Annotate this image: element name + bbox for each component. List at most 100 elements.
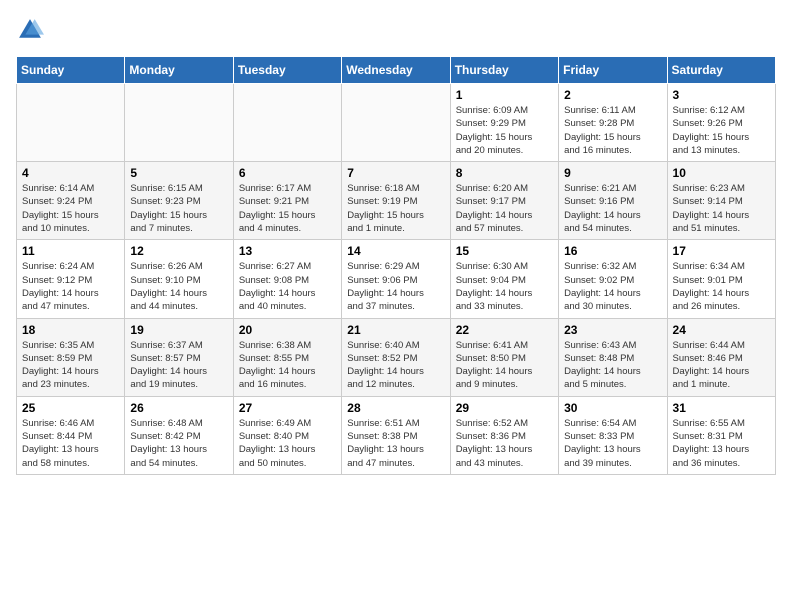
day-number: 2 — [564, 88, 661, 102]
calendar-week-4: 18 Sunrise: 6:35 AM Sunset: 8:59 PM Dayli… — [17, 318, 776, 396]
day-number: 17 — [673, 244, 770, 258]
day-number: 14 — [347, 244, 444, 258]
calendar-cell: 22 Sunrise: 6:41 AM Sunset: 8:50 PM Dayli… — [450, 318, 558, 396]
day-info: Sunrise: 6:27 AM Sunset: 9:08 PM Dayligh… — [239, 260, 336, 313]
day-header-tuesday: Tuesday — [233, 57, 341, 84]
logo — [16, 16, 48, 44]
calendar-cell — [17, 84, 125, 162]
day-info: Sunrise: 6:14 AM Sunset: 9:24 PM Dayligh… — [22, 182, 119, 235]
day-info: Sunrise: 6:32 AM Sunset: 9:02 PM Dayligh… — [564, 260, 661, 313]
calendar-cell: 13Sunrise: 6:27 AM Sunset: 9:08 PM Dayli… — [233, 240, 341, 318]
day-number: 25 — [22, 401, 119, 415]
day-number: 8 — [456, 166, 553, 180]
day-info: Sunrise: 6:43 AM Sunset: 8:48 PM Dayligh… — [564, 339, 661, 392]
day-number: 31 — [673, 401, 770, 415]
calendar-cell: 6 Sunrise: 6:17 AM Sunset: 9:21 PM Daylig… — [233, 162, 341, 240]
logo-icon — [16, 16, 44, 44]
day-number: 24 — [673, 323, 770, 337]
calendar-week-3: 11 Sunrise: 6:24 AM Sunset: 9:12 PM Dayli… — [17, 240, 776, 318]
calendar-week-2: 4Sunrise: 6:14 AM Sunset: 9:24 PM Daylig… — [17, 162, 776, 240]
day-header-thursday: Thursday — [450, 57, 558, 84]
day-info: Sunrise: 6:37 AM Sunset: 8:57 PM Dayligh… — [130, 339, 227, 392]
day-info: Sunrise: 6:38 AM Sunset: 8:55 PM Dayligh… — [239, 339, 336, 392]
day-header-wednesday: Wednesday — [342, 57, 450, 84]
calendar-cell: 3Sunrise: 6:12 AM Sunset: 9:26 PM Daylig… — [667, 84, 775, 162]
day-info: Sunrise: 6:54 AM Sunset: 8:33 PM Dayligh… — [564, 417, 661, 470]
day-number: 3 — [673, 88, 770, 102]
day-info: Sunrise: 6:23 AM Sunset: 9:14 PM Dayligh… — [673, 182, 770, 235]
calendar-cell: 16 Sunrise: 6:32 AM Sunset: 9:02 PM Dayli… — [559, 240, 667, 318]
day-number: 10 — [673, 166, 770, 180]
day-number: 19 — [130, 323, 227, 337]
calendar-cell: 24 Sunrise: 6:44 AM Sunset: 8:46 PM Dayli… — [667, 318, 775, 396]
day-info: Sunrise: 6:44 AM Sunset: 8:46 PM Dayligh… — [673, 339, 770, 392]
day-number: 15 — [456, 244, 553, 258]
calendar-cell: 4Sunrise: 6:14 AM Sunset: 9:24 PM Daylig… — [17, 162, 125, 240]
calendar-week-5: 25Sunrise: 6:46 AM Sunset: 8:44 PM Dayli… — [17, 396, 776, 474]
calendar-cell: 30Sunrise: 6:54 AM Sunset: 8:33 PM Dayli… — [559, 396, 667, 474]
day-number: 9 — [564, 166, 661, 180]
day-header-sunday: Sunday — [17, 57, 125, 84]
day-info: Sunrise: 6:35 AM Sunset: 8:59 PM Dayligh… — [22, 339, 119, 392]
calendar-table: SundayMondayTuesdayWednesdayThursdayFrid… — [16, 56, 776, 475]
day-info: Sunrise: 6:15 AM Sunset: 9:23 PM Dayligh… — [130, 182, 227, 235]
day-header-friday: Friday — [559, 57, 667, 84]
calendar-header-row: SundayMondayTuesdayWednesdayThursdayFrid… — [17, 57, 776, 84]
calendar-cell: 1Sunrise: 6:09 AM Sunset: 9:29 PM Daylig… — [450, 84, 558, 162]
day-number: 12 — [130, 244, 227, 258]
day-info: Sunrise: 6:41 AM Sunset: 8:50 PM Dayligh… — [456, 339, 553, 392]
day-info: Sunrise: 6:49 AM Sunset: 8:40 PM Dayligh… — [239, 417, 336, 470]
calendar-cell: 14 Sunrise: 6:29 AM Sunset: 9:06 PM Dayli… — [342, 240, 450, 318]
calendar-cell: 27 Sunrise: 6:49 AM Sunset: 8:40 PM Dayli… — [233, 396, 341, 474]
day-number: 11 — [22, 244, 119, 258]
day-info: Sunrise: 6:17 AM Sunset: 9:21 PM Dayligh… — [239, 182, 336, 235]
day-number: 23 — [564, 323, 661, 337]
day-info: Sunrise: 6:55 AM Sunset: 8:31 PM Dayligh… — [673, 417, 770, 470]
day-header-monday: Monday — [125, 57, 233, 84]
calendar-cell: 23 Sunrise: 6:43 AM Sunset: 8:48 PM Dayli… — [559, 318, 667, 396]
day-info: Sunrise: 6:26 AM Sunset: 9:10 PM Dayligh… — [130, 260, 227, 313]
calendar-cell: 9 Sunrise: 6:21 AM Sunset: 9:16 PM Daylig… — [559, 162, 667, 240]
day-number: 27 — [239, 401, 336, 415]
day-info: Sunrise: 6:21 AM Sunset: 9:16 PM Dayligh… — [564, 182, 661, 235]
calendar-cell: 12 Sunrise: 6:26 AM Sunset: 9:10 PM Dayli… — [125, 240, 233, 318]
day-info: Sunrise: 6:18 AM Sunset: 9:19 PM Dayligh… — [347, 182, 444, 235]
calendar-cell: 10 Sunrise: 6:23 AM Sunset: 9:14 PM Dayli… — [667, 162, 775, 240]
day-info: Sunrise: 6:30 AM Sunset: 9:04 PM Dayligh… — [456, 260, 553, 313]
day-info: Sunrise: 6:48 AM Sunset: 8:42 PM Dayligh… — [130, 417, 227, 470]
day-number: 28 — [347, 401, 444, 415]
day-number: 18 — [22, 323, 119, 337]
day-number: 26 — [130, 401, 227, 415]
day-info: Sunrise: 6:11 AM Sunset: 9:28 PM Dayligh… — [564, 104, 661, 157]
day-number: 1 — [456, 88, 553, 102]
day-info: Sunrise: 6:34 AM Sunset: 9:01 PM Dayligh… — [673, 260, 770, 313]
calendar-cell: 15 Sunrise: 6:30 AM Sunset: 9:04 PM Dayli… — [450, 240, 558, 318]
calendar-cell: 8 Sunrise: 6:20 AM Sunset: 9:17 PM Daylig… — [450, 162, 558, 240]
calendar-cell: 11 Sunrise: 6:24 AM Sunset: 9:12 PM Dayli… — [17, 240, 125, 318]
calendar-cell: 2 Sunrise: 6:11 AM Sunset: 9:28 PM Daylig… — [559, 84, 667, 162]
day-info: Sunrise: 6:51 AM Sunset: 8:38 PM Dayligh… — [347, 417, 444, 470]
day-number: 16 — [564, 244, 661, 258]
page-header — [16, 16, 776, 44]
calendar-cell: 5Sunrise: 6:15 AM Sunset: 9:23 PM Daylig… — [125, 162, 233, 240]
day-number: 21 — [347, 323, 444, 337]
day-number: 22 — [456, 323, 553, 337]
day-number: 20 — [239, 323, 336, 337]
calendar-cell: 31 Sunrise: 6:55 AM Sunset: 8:31 PM Dayli… — [667, 396, 775, 474]
calendar-cell: 17 Sunrise: 6:34 AM Sunset: 9:01 PM Dayli… — [667, 240, 775, 318]
calendar-week-1: 1Sunrise: 6:09 AM Sunset: 9:29 PM Daylig… — [17, 84, 776, 162]
calendar-cell: 28 Sunrise: 6:51 AM Sunset: 8:38 PM Dayli… — [342, 396, 450, 474]
day-number: 6 — [239, 166, 336, 180]
day-info: Sunrise: 6:24 AM Sunset: 9:12 PM Dayligh… — [22, 260, 119, 313]
day-number: 7 — [347, 166, 444, 180]
calendar-cell: 29Sunrise: 6:52 AM Sunset: 8:36 PM Dayli… — [450, 396, 558, 474]
calendar-cell: 25Sunrise: 6:46 AM Sunset: 8:44 PM Dayli… — [17, 396, 125, 474]
calendar-cell: 19 Sunrise: 6:37 AM Sunset: 8:57 PM Dayli… — [125, 318, 233, 396]
day-info: Sunrise: 6:20 AM Sunset: 9:17 PM Dayligh… — [456, 182, 553, 235]
day-info: Sunrise: 6:29 AM Sunset: 9:06 PM Dayligh… — [347, 260, 444, 313]
calendar-cell: 18 Sunrise: 6:35 AM Sunset: 8:59 PM Dayli… — [17, 318, 125, 396]
day-number: 29 — [456, 401, 553, 415]
day-info: Sunrise: 6:40 AM Sunset: 8:52 PM Dayligh… — [347, 339, 444, 392]
calendar-cell: 20 Sunrise: 6:38 AM Sunset: 8:55 PM Dayli… — [233, 318, 341, 396]
calendar-cell — [233, 84, 341, 162]
